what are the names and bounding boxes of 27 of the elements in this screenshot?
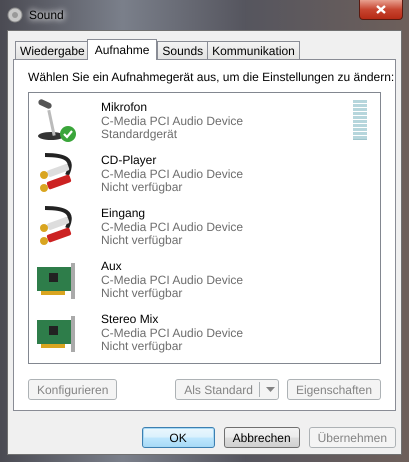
device-status: Standardgerät bbox=[101, 128, 178, 142]
device-name: Aux bbox=[101, 260, 123, 274]
device-name: CD-Player bbox=[101, 154, 158, 168]
device-description: C-Media PCI Audio Device bbox=[101, 326, 244, 340]
device-status: Nicht verfügbar bbox=[101, 181, 184, 195]
speaker-icon bbox=[7, 7, 23, 23]
device-description: C-Media PCI Audio Device bbox=[101, 168, 244, 182]
device-status: Nicht verfügbar bbox=[101, 340, 184, 354]
device-description: C-Media PCI Audio Device bbox=[101, 114, 244, 128]
device-description: C-Media PCI Audio Device bbox=[101, 220, 244, 234]
close-button[interactable] bbox=[359, 0, 403, 20]
instruction-text: Wählen Sie ein Aufnahmegerät aus, um die Einstellungen zu ändern: bbox=[28, 70, 394, 85]
ok-button[interactable]: OK bbox=[142, 427, 215, 448]
dropdown-arrow-icon bbox=[266, 387, 275, 392]
device-name: Stereo Mix bbox=[101, 313, 160, 327]
device-status: Nicht verfügbar bbox=[101, 234, 184, 248]
device-name: Eingang bbox=[101, 207, 146, 221]
window-title: Sound bbox=[29, 8, 64, 22]
device-name: Mikrofon bbox=[101, 101, 148, 115]
tab[interactable]: Sounds bbox=[157, 41, 208, 59]
close-icon bbox=[376, 5, 386, 14]
tab[interactable]: Kommunikation bbox=[207, 41, 300, 59]
cancel-button[interactable]: Abbrechen bbox=[224, 427, 300, 448]
device-status: Nicht verfügbar bbox=[101, 287, 184, 301]
tab[interactable]: Wiedergabe bbox=[15, 41, 90, 59]
tab[interactable]: Aufnahme bbox=[86, 39, 158, 60]
device-description: C-Media PCI Audio Device bbox=[101, 274, 244, 288]
